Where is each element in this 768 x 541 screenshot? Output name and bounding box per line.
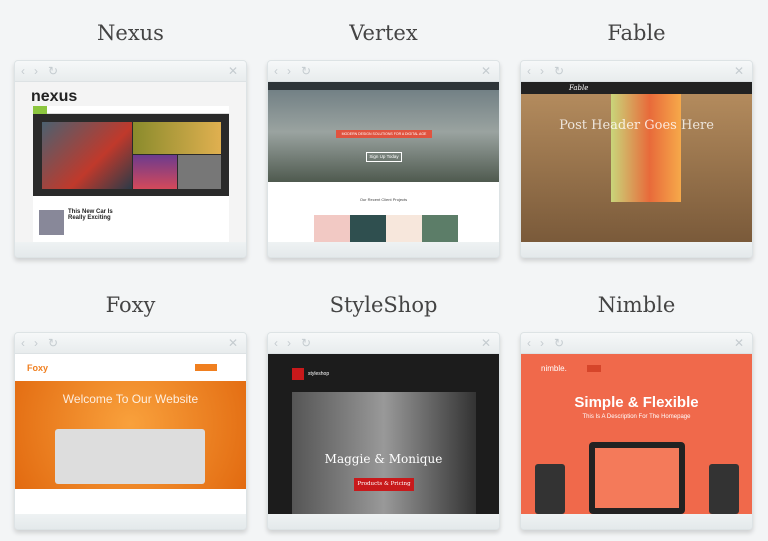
theme-preview[interactable]: Fable Post Header Goes Here xyxy=(521,82,752,242)
browser-toolbar: ‹ › ↻ ✕ xyxy=(521,61,752,82)
reload-icon: ↻ xyxy=(48,64,59,78)
forward-icon: › xyxy=(287,336,291,350)
logo: nimble. xyxy=(541,364,567,373)
theme-preview[interactable]: styleshop Maggie & Monique Products & Pr… xyxy=(268,354,499,514)
browser-toolbar: ‹ › ↻ ✕ xyxy=(268,61,499,82)
reload-icon: ↻ xyxy=(554,336,565,350)
theme-preview[interactable]: nexus This New Car Is Really Exciting xyxy=(15,82,246,242)
browser-footer xyxy=(521,242,752,257)
browser-frame[interactable]: ‹ › ↻ ✕ Foxy Welcome To Our Website xyxy=(14,332,247,530)
theme-title: Vertex xyxy=(349,21,418,45)
browser-frame[interactable]: ‹ › ↻ ✕ nexus This New Car Is Really Exc… xyxy=(14,60,247,258)
slide-headline: Maggie & Monique xyxy=(324,452,443,466)
post-headline: Post Header Goes Here xyxy=(559,118,714,133)
theme-title: Fable xyxy=(607,21,666,45)
theme-item-foxy[interactable]: Foxy ‹ › ↻ ✕ Foxy Welcome To Our Website xyxy=(14,290,247,530)
back-icon: ‹ xyxy=(527,64,531,78)
browser-frame[interactable]: ‹ › ↻ ✕ Fable Post Header Goes Here xyxy=(520,60,753,258)
browser-footer xyxy=(521,514,752,529)
close-icon: ✕ xyxy=(227,336,238,350)
reload-icon: ↻ xyxy=(554,64,565,78)
back-icon: ‹ xyxy=(274,336,278,350)
theme-preview[interactable]: nimble. Simple & Flexible This Is A Desc… xyxy=(521,354,752,514)
close-icon: ✕ xyxy=(733,64,744,78)
browser-toolbar: ‹ › ↻ ✕ xyxy=(15,333,246,354)
browser-footer xyxy=(15,514,246,529)
banner-text: MODERN DESIGN SOLUTIONS FOR A DIGITAL AG… xyxy=(336,130,432,138)
section-title: Our Recent Client Projects xyxy=(359,197,408,202)
theme-item-fable[interactable]: Fable ‹ › ↻ ✕ Fable Post Header Goes Her… xyxy=(520,18,753,258)
logo: nexus xyxy=(31,88,78,105)
browser-frame[interactable]: ‹ › ↻ ✕ nimble. Simple & Flexible This I… xyxy=(520,332,753,530)
theme-title: StyleShop xyxy=(329,293,438,317)
hero-headline: Simple & Flexible xyxy=(574,394,699,411)
back-icon: ‹ xyxy=(21,64,25,78)
post-headline: This New Car Is Really Exciting xyxy=(68,209,113,221)
theme-item-nimble[interactable]: Nimble ‹ › ↻ ✕ nimble. Simple & Flexible… xyxy=(520,290,753,530)
reload-icon: ↻ xyxy=(301,64,312,78)
logo: styleshop xyxy=(308,371,330,377)
back-icon: ‹ xyxy=(21,336,25,350)
reload-icon: ↻ xyxy=(301,336,312,350)
theme-item-nexus[interactable]: Nexus ‹ › ↻ ✕ nexus This New Car Is Real… xyxy=(14,18,247,258)
back-icon: ‹ xyxy=(274,64,278,78)
theme-title: Foxy xyxy=(105,293,156,317)
sign-up-button[interactable]: Sign Up Today xyxy=(366,152,402,162)
forward-icon: › xyxy=(287,64,291,78)
products-pricing-button[interactable]: Products & Pricing xyxy=(354,478,414,491)
browser-toolbar: ‹ › ↻ ✕ xyxy=(268,333,499,354)
forward-icon: › xyxy=(34,336,38,350)
close-icon: ✕ xyxy=(227,64,238,78)
theme-preview[interactable]: MODERN DESIGN SOLUTIONS FOR A DIGITAL AG… xyxy=(268,82,499,242)
logo: Fable xyxy=(569,84,589,92)
theme-title: Nimble xyxy=(597,293,676,317)
browser-toolbar: ‹ › ↻ ✕ xyxy=(521,333,752,354)
close-icon: ✕ xyxy=(480,64,491,78)
close-icon: ✕ xyxy=(480,336,491,350)
theme-item-vertex[interactable]: Vertex ‹ › ↻ ✕ MODERN DESIGN SOLUTIONS F… xyxy=(267,18,500,258)
browser-footer xyxy=(268,514,499,529)
forward-icon: › xyxy=(540,336,544,350)
reload-icon: ↻ xyxy=(48,336,59,350)
theme-title: Nexus xyxy=(97,21,164,45)
theme-preview[interactable]: Foxy Welcome To Our Website xyxy=(15,354,246,514)
hero-subtitle: This Is A Description For The Homepage xyxy=(582,414,691,420)
browser-frame[interactable]: ‹ › ↻ ✕ MODERN DESIGN SOLUTIONS FOR A DI… xyxy=(267,60,500,258)
hero-headline: Welcome To Our Website xyxy=(62,392,199,406)
forward-icon: › xyxy=(540,64,544,78)
close-icon: ✕ xyxy=(733,336,744,350)
back-icon: ‹ xyxy=(527,336,531,350)
browser-toolbar: ‹ › ↻ ✕ xyxy=(15,61,246,82)
browser-footer xyxy=(15,242,246,257)
browser-footer xyxy=(268,242,499,257)
theme-item-styleshop[interactable]: StyleShop ‹ › ↻ ✕ styleshop Maggie & Mon… xyxy=(267,290,500,530)
forward-icon: › xyxy=(34,64,38,78)
logo: Foxy xyxy=(27,363,49,373)
browser-frame[interactable]: ‹ › ↻ ✕ styleshop Maggie & Monique Produ… xyxy=(267,332,500,530)
